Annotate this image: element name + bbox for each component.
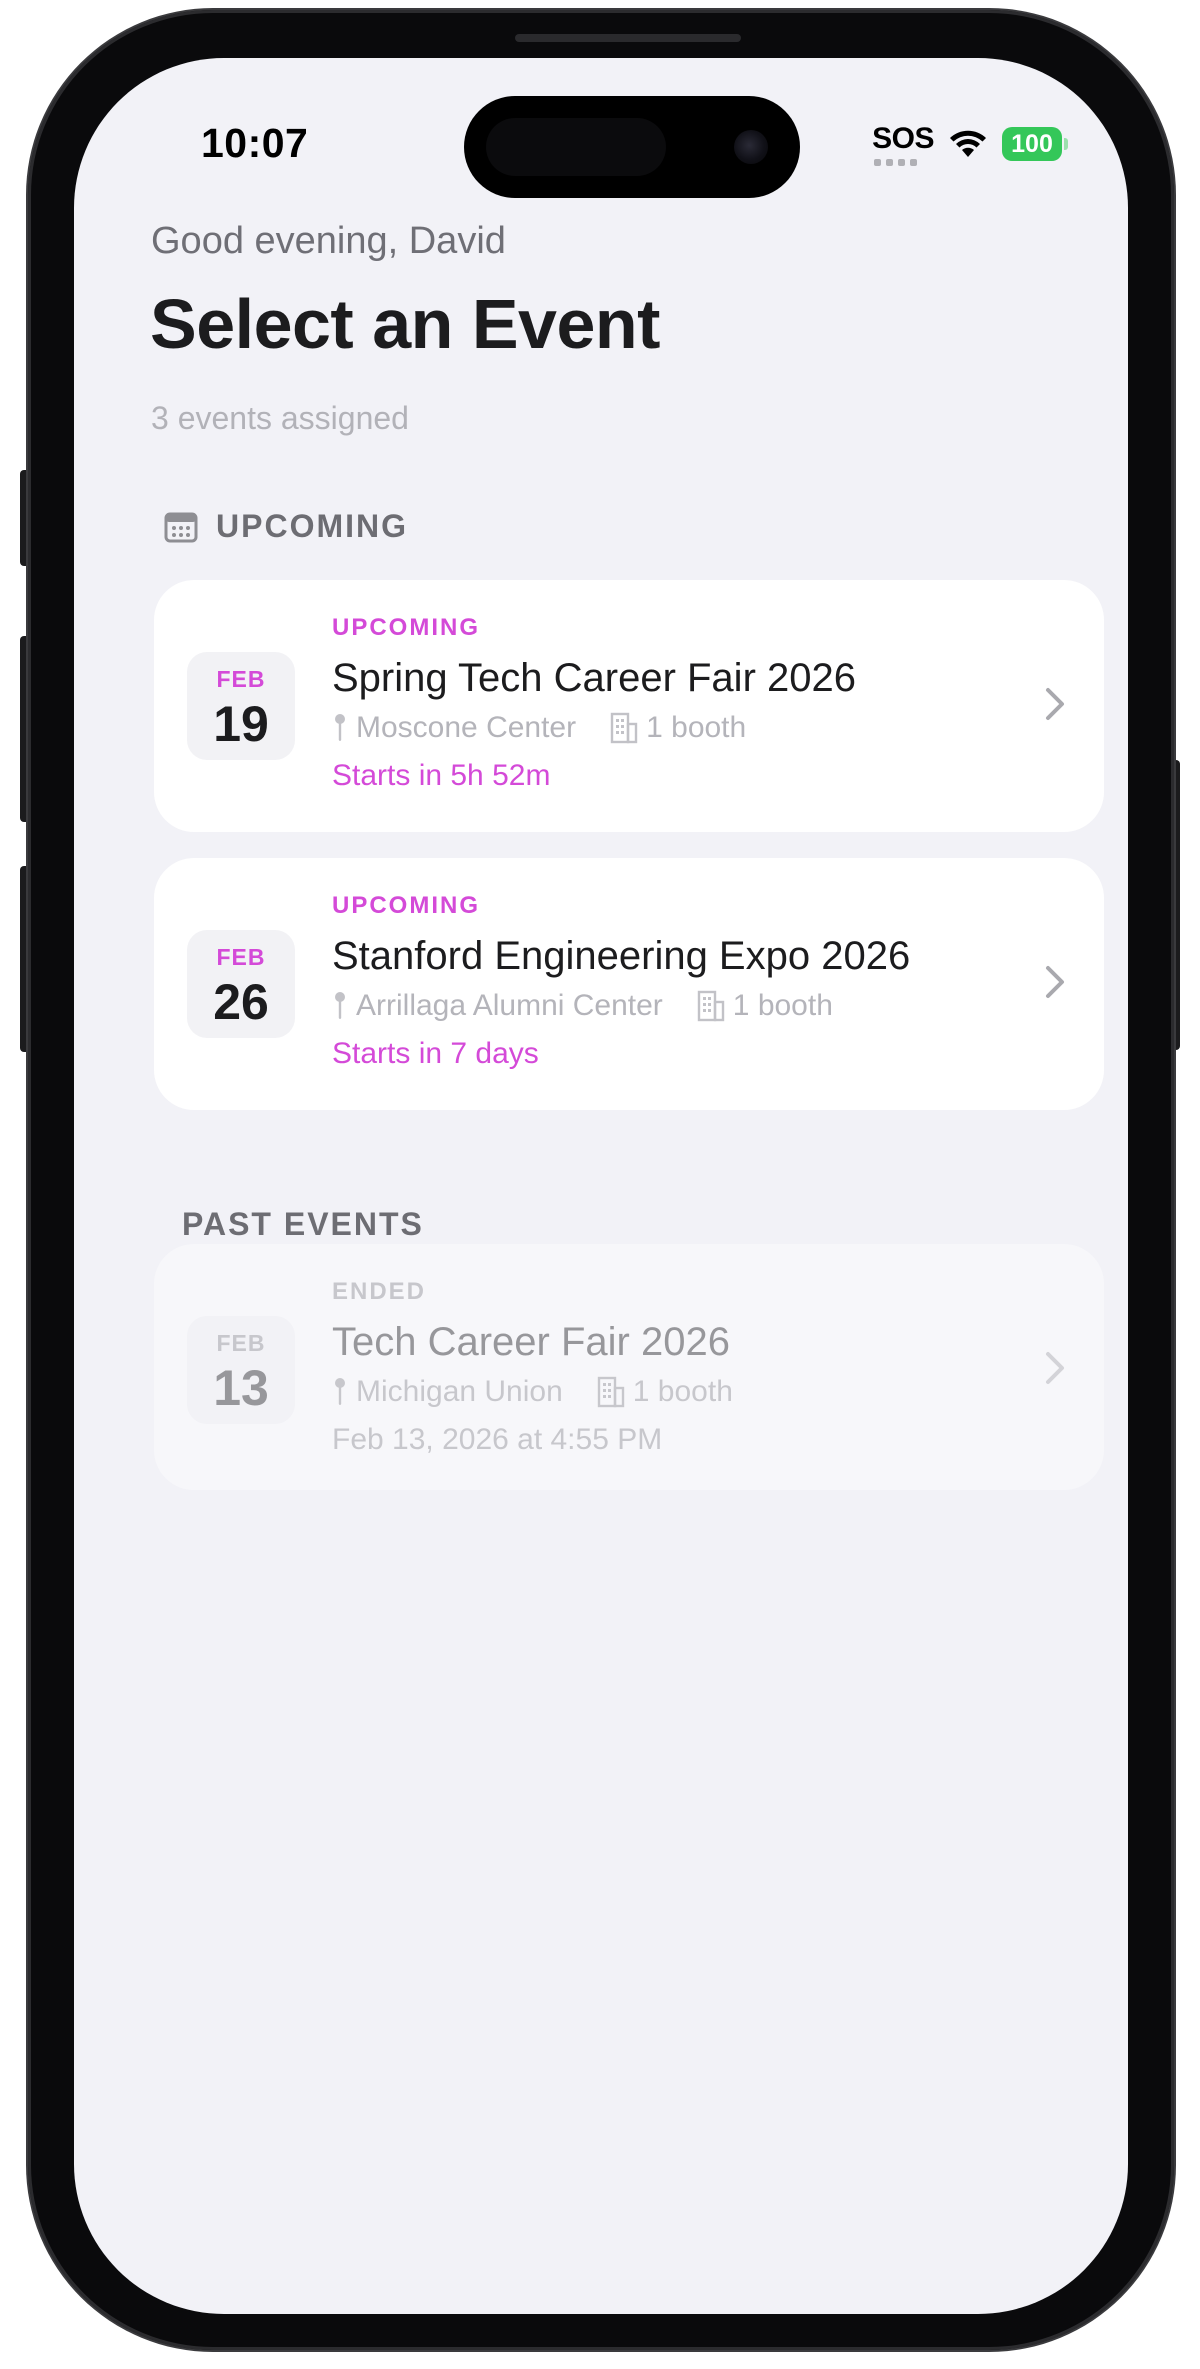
chevron-right-icon <box>1046 966 1064 998</box>
event-booths: 1 booth <box>732 989 833 1022</box>
upcoming-section-header: UPCOMING <box>164 508 408 545</box>
event-card[interactable]: FEB 26 UPCOMING Stanford Engineering Exp… <box>154 858 1104 1110</box>
event-countdown: Starts in 5h 52m <box>332 759 551 792</box>
upcoming-section-label: UPCOMING <box>216 508 408 544</box>
sos-label: SOS <box>872 122 934 155</box>
past-events-section-header: PAST EVENTS <box>182 1206 424 1243</box>
sos-indicator: SOS <box>872 122 934 166</box>
date-month: FEB <box>216 666 266 692</box>
wifi-icon <box>950 130 986 157</box>
date-badge: FEB 13 <box>187 1316 295 1424</box>
event-status: ENDED <box>332 1278 427 1305</box>
event-details: UPCOMING Spring Tech Career Fair 2026 Mo… <box>332 614 1014 793</box>
past-section-label: PAST EVENTS <box>182 1206 424 1242</box>
chevron-right-icon <box>1046 688 1064 720</box>
pin-icon <box>332 991 348 1021</box>
event-status: UPCOMING <box>332 892 480 919</box>
date-badge: FEB 26 <box>187 930 295 1038</box>
building-icon <box>597 1376 625 1408</box>
device-frame: 10:07 SOS 100 Good evening, David Select… <box>0 0 1200 2369</box>
battery-level: 100 <box>1011 129 1053 158</box>
earpiece <box>515 34 741 42</box>
front-camera-icon <box>734 130 768 164</box>
event-location: Arrillaga Alumni Center <box>356 989 663 1022</box>
date-month: FEB <box>216 944 266 970</box>
event-booths: 1 booth <box>646 711 747 744</box>
pin-icon <box>332 713 348 743</box>
event-location: Moscone Center <box>356 711 577 744</box>
dynamic-island <box>464 96 800 198</box>
date-day: 19 <box>213 696 269 752</box>
phone-body: 10:07 SOS 100 Good evening, David Select… <box>28 10 1174 2350</box>
event-card[interactable]: FEB 13 ENDED Tech Career Fair 2026 Michi… <box>154 1244 1104 1490</box>
event-meta: Moscone Center 1 booth <box>332 711 1014 745</box>
date-badge: FEB 19 <box>187 652 295 760</box>
event-card[interactable]: FEB 19 UPCOMING Spring Tech Career Fair … <box>154 580 1104 832</box>
event-name: Spring Tech Career Fair 2026 <box>332 656 856 700</box>
event-status: UPCOMING <box>332 614 480 641</box>
calendar-icon <box>164 512 198 542</box>
chevron-right-icon <box>1046 1352 1064 1384</box>
page-title: Select an Event <box>150 285 660 363</box>
face-id-sensor <box>486 118 666 176</box>
event-meta: Arrillaga Alumni Center 1 booth <box>332 989 1014 1023</box>
date-day: 26 <box>213 974 269 1030</box>
status-indicators: SOS 100 <box>872 122 1068 166</box>
events-count: 3 events assigned <box>151 400 409 436</box>
event-name: Tech Career Fair 2026 <box>332 1320 730 1364</box>
greeting: Good evening, David <box>151 220 506 262</box>
event-meta: Michigan Union 1 booth <box>332 1375 1014 1409</box>
status-time: 10:07 <box>201 120 309 166</box>
event-details: UPCOMING Stanford Engineering Expo 2026 … <box>332 892 1014 1071</box>
screen: 10:07 SOS 100 Good evening, David Select… <box>74 58 1128 2314</box>
pin-icon <box>332 1377 348 1407</box>
event-booths: 1 booth <box>632 1375 733 1408</box>
date-month: FEB <box>216 1330 266 1356</box>
event-details: ENDED Tech Career Fair 2026 Michigan Uni… <box>332 1278 1014 1457</box>
date-day: 13 <box>213 1360 269 1416</box>
building-icon <box>697 990 725 1022</box>
battery-icon: 100 <box>1002 127 1068 161</box>
event-location: Michigan Union <box>356 1375 563 1408</box>
event-end-date: Feb 13, 2026 at 4:55 PM <box>332 1423 663 1456</box>
event-countdown: Starts in 7 days <box>332 1037 539 1070</box>
signal-dots-icon <box>874 159 918 166</box>
building-icon <box>610 712 638 744</box>
event-name: Stanford Engineering Expo 2026 <box>332 934 911 978</box>
